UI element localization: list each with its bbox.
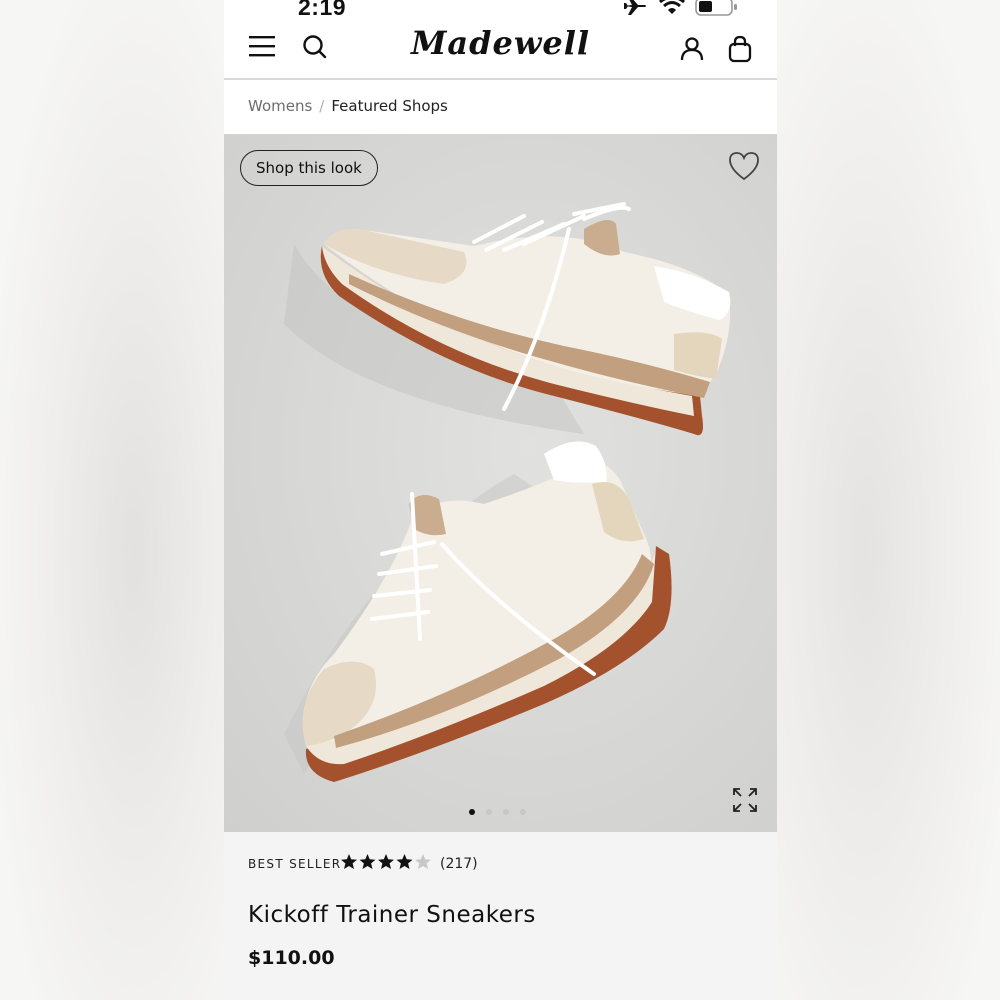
- product-info: BEST SELLER (217) Kickoff Trainer Sneake…: [224, 832, 777, 1000]
- account-icon[interactable]: [679, 36, 705, 66]
- star-icon: [396, 854, 413, 869]
- site-header: Madewell: [224, 22, 777, 80]
- star-icon: [378, 854, 394, 869]
- status-time: 2:19: [298, 0, 347, 20]
- wifi-icon: [658, 0, 686, 20]
- background-blur-right: [776, 0, 1000, 1000]
- star-rating[interactable]: [340, 853, 432, 875]
- product-photo-sneakers[interactable]: [224, 134, 777, 832]
- product-title: Kickoff Trainer Sneakers: [248, 902, 536, 928]
- expand-icon[interactable]: [732, 787, 758, 817]
- background-blur-left: [0, 0, 224, 1000]
- star-icon: [359, 854, 376, 869]
- breadcrumb-separator: /: [319, 97, 325, 115]
- breadcrumb-link-featured-shops[interactable]: Featured Shops: [331, 97, 448, 115]
- heart-icon[interactable]: [727, 150, 761, 186]
- star-icon: [415, 854, 431, 869]
- star-icon: [341, 854, 357, 869]
- carousel-dot[interactable]: [520, 809, 526, 815]
- best-seller-badge: BEST SELLER: [248, 857, 342, 871]
- carousel-dot[interactable]: [486, 809, 492, 815]
- phone-screen: 2:19 Madewell Womens / Featured Shops Sh…: [224, 0, 777, 1000]
- breadcrumb-link-womens[interactable]: Womens: [248, 97, 312, 115]
- battery-icon: [695, 0, 739, 22]
- status-bar: 2:19: [224, 0, 777, 22]
- breadcrumb: Womens / Featured Shops: [248, 97, 448, 115]
- shop-this-look-button[interactable]: Shop this look: [240, 150, 378, 186]
- product-image-gallery[interactable]: Shop this look: [224, 134, 777, 832]
- product-price: $110.00: [248, 947, 335, 969]
- carousel-dot[interactable]: [469, 809, 475, 815]
- airplane-icon: [622, 0, 648, 20]
- carousel-dot[interactable]: [503, 809, 509, 815]
- review-count[interactable]: (217): [440, 856, 478, 872]
- bag-icon[interactable]: [727, 35, 753, 67]
